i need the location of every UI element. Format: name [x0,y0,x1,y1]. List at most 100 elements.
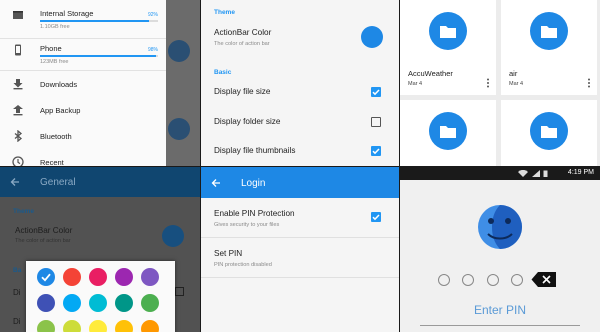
storage-label: Internal Storage [40,9,94,18]
wifi-icon [518,170,528,177]
background-content [166,0,200,166]
pin-input-underline [420,325,580,326]
setting-subtitle: The color of action bar [214,41,270,47]
setting-display-folder-size: Display folder size [214,117,281,126]
actionbar-color-swatch[interactable] [361,26,383,48]
general-panel: General Theme ActionBar Color The color … [0,167,200,332]
setting-subtitle: PIN protection disabled [214,262,272,268]
color-swatch[interactable] [115,294,133,312]
folder-thumb [429,112,467,150]
drawer-item-label: Downloads [40,79,78,89]
status-bar: 4:19 PM [400,167,600,180]
drawer-item-recent[interactable]: Recent [0,149,166,166]
background-circle [168,40,190,62]
pin-panel: 4:19 PM Enter PIN [400,167,600,332]
folder-card[interactable]: air Mar 4 [501,0,597,95]
setting-row-text: Di [13,317,21,326]
folder-date: Mar 4 [509,81,524,87]
folder-name: air [509,69,518,78]
display-file-size-checkbox[interactable] [371,87,381,97]
drawer-item-label: App Backup [40,105,81,115]
section-header-theme: Theme [214,9,235,16]
storage-usage-bar [40,20,158,22]
color-swatch[interactable] [37,294,55,312]
setting-subtitle: Gives security to your files [214,222,280,228]
folder-icon [541,126,557,138]
storage-percent: 98% [147,47,158,53]
back-arrow-icon[interactable] [10,177,20,187]
setting-subtitle: The color of action bar [15,238,71,244]
folder-icon [440,26,456,38]
folder-card[interactable] [400,100,496,166]
toolbar-title: General [40,177,76,188]
backspace-icon[interactable] [531,271,557,288]
display-folder-size-checkbox[interactable] [371,117,381,127]
color-swatch[interactable] [37,268,55,286]
folder-thumb [530,112,568,150]
download-icon [13,79,23,90]
drawer-item-downloads[interactable]: Downloads [0,71,166,97]
divider [201,277,399,278]
color-picker-dialog [26,261,175,332]
storage-usage-bar [40,55,158,57]
actionbar-color-swatch [162,225,184,247]
status-time: 4:19 PM [567,169,594,176]
pin-protection-checkbox[interactable] [371,212,381,222]
color-swatch[interactable] [141,320,159,332]
folder-card[interactable]: AccuWeather Mar 4 [400,0,496,95]
more-vert-icon[interactable] [586,78,592,88]
folder-icon [440,126,456,138]
color-swatch[interactable] [37,320,55,332]
pin-digit-indicator [511,274,523,286]
drawer-item-label: Bluetooth [40,131,72,141]
color-swatch[interactable] [115,320,133,332]
drawer-item-label: Recent [40,157,64,167]
setting-display-file-size: Display file size [214,87,271,96]
storage-percent: 92% [147,12,158,18]
pin-digit-indicator [487,274,499,286]
checkmark-icon [41,273,51,282]
storage-phone[interactable]: Phone 98% 123MB free [0,44,166,68]
section-header-basic: Basic [214,69,232,76]
setting-title: Set PIN [214,249,243,258]
color-swatch[interactable] [141,268,159,286]
navigation-drawer: Internal Storage 92% 1.10GB free Phone 9… [0,0,166,166]
section-header-basic: Ba [13,267,22,274]
folder-card[interactable] [501,100,597,166]
setting-checkbox [175,287,184,296]
back-arrow-icon[interactable] [211,178,221,188]
drawer-item-app-backup[interactable]: App Backup [0,97,166,123]
display-thumbnails-checkbox[interactable] [371,146,381,156]
phone-icon [15,44,21,56]
toolbar-title: Login [241,178,266,189]
folder-icon [541,26,557,38]
app-logo-icon [478,205,522,249]
more-vert-icon[interactable] [485,78,491,88]
color-swatch[interactable] [89,268,107,286]
folder-name: AccuWeather [408,69,453,78]
toolbar: General [0,167,200,197]
bluetooth-icon [14,130,23,142]
drawer-item-bluetooth[interactable]: Bluetooth [0,123,166,149]
color-swatch[interactable] [63,268,81,286]
setting-display-thumbnails: Display file thumbnails [214,146,296,155]
pin-digit-indicator [462,274,474,286]
color-swatch[interactable] [115,268,133,286]
checkmark-icon [372,89,380,96]
color-swatch[interactable] [89,320,107,332]
checkmark-icon [372,148,380,155]
color-swatch[interactable] [63,294,81,312]
setting-row-text: Di [13,288,21,297]
section-header-theme: Theme [13,208,34,215]
divider [0,38,166,39]
signal-icon [532,170,540,177]
storage-label: Phone [40,44,62,53]
color-swatch[interactable] [63,320,81,332]
folder-thumb [429,12,467,50]
color-swatch[interactable] [89,294,107,312]
setting-title: ActionBar Color [214,28,272,37]
sd-card-icon [13,11,23,19]
color-swatch[interactable] [141,294,159,312]
folder-thumb [530,12,568,50]
storage-internal[interactable]: Internal Storage 92% 1.10GB free [0,9,166,33]
